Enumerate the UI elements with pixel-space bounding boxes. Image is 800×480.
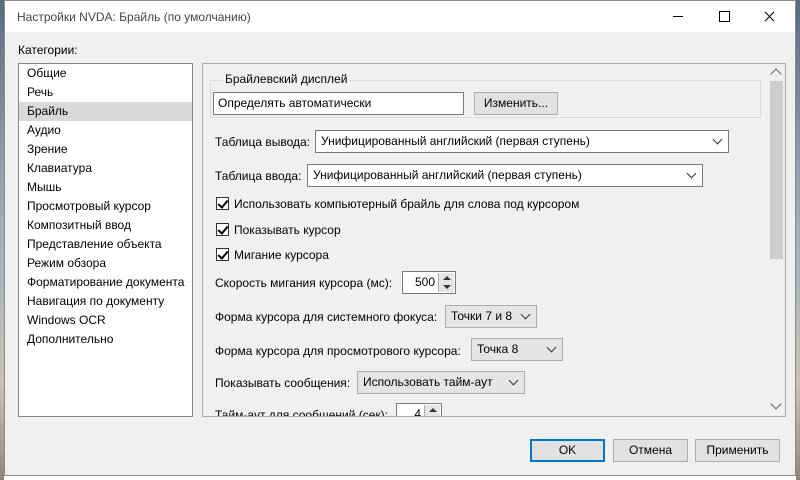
braille-display-group-label: Брайлевский дисплей [223,72,350,86]
output-table-value: Унифицированный английский (первая ступе… [321,134,590,148]
spin-down-icon[interactable] [443,285,451,289]
spin-up-icon[interactable] [443,276,451,280]
spin-buttons[interactable] [424,405,440,416]
category-item-advanced[interactable]: Дополнительно [19,330,192,349]
message-timeout-value: 4 [414,407,421,417]
window-title: Настройки NVDA: Брайль (по умолчанию) [17,10,251,24]
computer-braille-label: Использовать компьютерный брайль для сло… [234,197,580,211]
settings-dialog: Настройки NVDA: Брайль (по умолчанию) Ка… [4,0,796,476]
category-item-mouse[interactable]: Мышь [19,178,192,197]
category-item-braille[interactable]: Брайль [19,102,192,121]
category-item-input-composition[interactable]: Композитный ввод [19,216,192,235]
chevron-down-icon [520,309,531,320]
ok-button[interactable]: OK [530,439,605,462]
blink-rate-label: Скорость мигания курсора (мс): [215,276,393,290]
categories-list[interactable]: Общие Речь Брайль Аудио Зрение Клавиатур… [18,63,193,417]
chevron-down-icon [508,375,519,386]
desktop-background-right [796,0,800,480]
scrollbar-thumb[interactable] [770,81,783,259]
chevron-down-icon [712,134,723,145]
input-table-label: Таблица ввода: [215,169,302,183]
scroll-down-icon[interactable] [770,398,782,410]
input-table-select[interactable]: Унифицированный английский (первая ступе… [307,164,703,187]
category-item-review-cursor[interactable]: Просмотровый курсор [19,197,192,216]
cancel-button[interactable]: Отмена [613,439,688,462]
category-item-document-formatting[interactable]: Форматирование документа [19,273,192,292]
apply-button[interactable]: Применить [695,439,780,462]
category-item-vision[interactable]: Зрение [19,140,192,159]
braille-display-field: Определять автоматически [213,92,464,115]
close-icon[interactable] [747,1,793,32]
maximize-icon[interactable] [701,1,747,32]
category-item-keyboard[interactable]: Клавиатура [19,159,192,178]
output-table-label: Таблица вывода: [215,135,311,149]
category-item-document-navigation[interactable]: Навигация по документу [19,292,192,311]
blink-cursor-checkbox[interactable] [216,248,229,261]
review-cursor-shape-select[interactable]: Точка 8 [471,338,563,361]
category-item-general[interactable]: Общие [19,64,192,83]
change-display-button[interactable]: Изменить... [474,92,558,115]
category-item-windows-ocr[interactable]: Windows OCR [19,311,192,330]
scroll-up-icon[interactable] [770,68,782,80]
vertical-scrollbar[interactable] [768,64,785,416]
output-table-select[interactable]: Унифицированный английский (первая ступе… [315,130,729,153]
chevron-down-icon [686,168,697,179]
input-table-value: Унифицированный английский (первая ступе… [313,168,582,182]
show-messages-select[interactable]: Использовать тайм-аут [357,371,525,394]
focus-cursor-shape-select[interactable]: Точки 7 и 8 [445,305,537,328]
show-messages-value: Использовать тайм-аут [363,375,493,389]
blink-cursor-label: Мигание курсора [234,248,329,262]
focus-cursor-shape-value: Точки 7 и 8 [451,309,513,323]
title-bar[interactable]: Настройки NVDA: Брайль (по умолчанию) [5,1,795,32]
show-cursor-label: Показывать курсор [234,223,341,237]
chevron-down-icon [546,342,557,353]
categories-label: Категории: [18,43,78,57]
spin-up-icon[interactable] [429,408,437,412]
category-item-browse-mode[interactable]: Режим обзора [19,254,192,273]
braille-settings-panel: Брайлевский дисплей Определять автоматич… [202,63,786,417]
category-item-object-presentation[interactable]: Представление объекта [19,235,192,254]
computer-braille-checkbox[interactable] [216,197,229,210]
message-timeout-spinner[interactable]: 4 [396,403,442,417]
category-item-audio[interactable]: Аудио [19,121,192,140]
message-timeout-label: Тайм-аут для сообщений (сек): [215,408,389,417]
blink-rate-spinner[interactable]: 500 [402,271,456,294]
review-cursor-shape-value: Точка 8 [477,342,519,356]
spin-buttons[interactable] [438,273,454,292]
blink-rate-value: 500 [414,275,435,289]
show-cursor-checkbox[interactable] [216,223,229,236]
review-cursor-shape-label: Форма курсора для просмотрового курсора: [215,344,461,358]
minimize-icon[interactable] [655,1,701,32]
focus-cursor-shape-label: Форма курсора для системного фокуса: [215,310,438,324]
category-item-speech[interactable]: Речь [19,83,192,102]
show-messages-label: Показывать сообщения: [215,376,351,390]
